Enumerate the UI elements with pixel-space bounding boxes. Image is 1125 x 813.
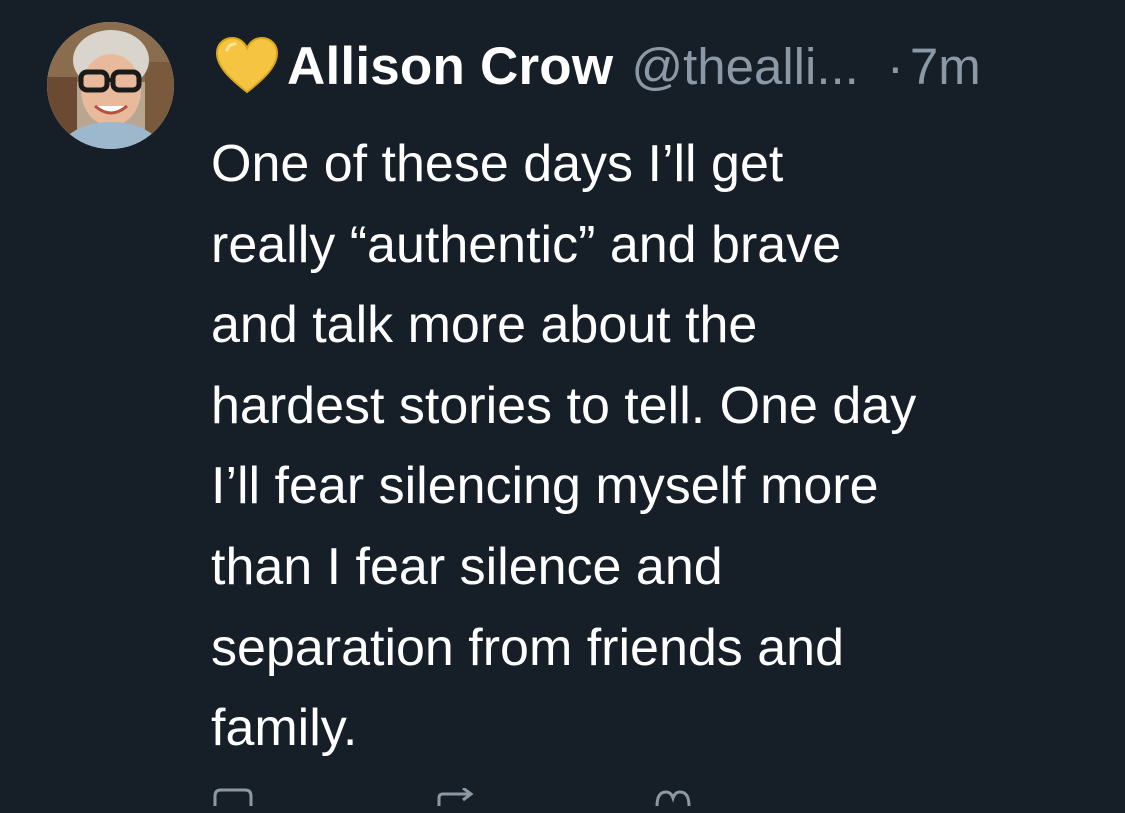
post-text: One of these days I’ll get really “authe… [211,135,917,758]
yellow-heart-icon [215,36,279,96]
post-header: Allison Crow @thealli... · 7m [215,33,981,99]
post[interactable]: Allison Crow @thealli... · 7m One of the… [0,0,1125,807]
author-display-name[interactable]: Allison Crow [287,36,613,97]
like-icon[interactable] [653,788,693,813]
author-handle[interactable]: @thealli... [631,37,859,96]
reply-icon[interactable] [211,788,255,813]
dot-separator: · [886,37,904,95]
repost-icon[interactable] [433,786,483,813]
post-timestamp[interactable]: 7m [910,37,981,96]
avatar[interactable] [47,22,174,149]
